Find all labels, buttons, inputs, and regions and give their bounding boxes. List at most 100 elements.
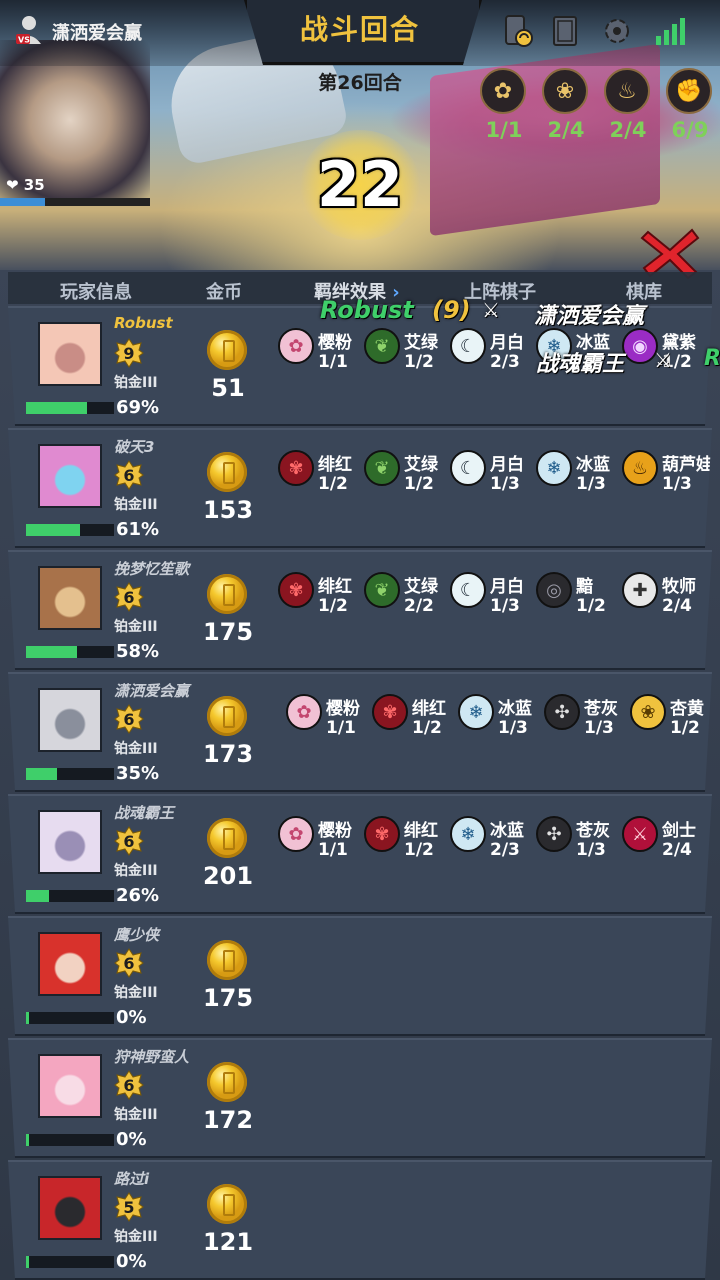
snowflake-icon: ❄ (458, 694, 494, 730)
player-hp-bar (26, 1012, 114, 1024)
player-row[interactable]: 战魂霸王 6 铂金III 26% 201 ✿ 樱粉 1/1 ✾ 绯红 1/2 ❄ 冰蓝 2/3 ✣ 苍灰 1/3… (8, 794, 712, 914)
synergy-name: 樱粉 (326, 699, 360, 719)
synergy-count: 1/1 (318, 352, 348, 372)
player-hp-fill (26, 768, 57, 780)
player-hp-percent: 58% (116, 641, 160, 662)
synergy-name: 绯红 (412, 699, 446, 719)
level-badge-icon: 6 (114, 582, 144, 612)
synergy-item[interactable]: ❄ 冰蓝 1/3 (536, 450, 622, 510)
top-synergy-count: 2/4 (609, 118, 647, 142)
player-hp-bar (26, 524, 114, 536)
synergy-item[interactable]: ◎ 黯 1/2 (536, 572, 622, 632)
synergy-item[interactable]: ✣ 苍灰 1/3 (536, 816, 622, 876)
player-avatar[interactable] (38, 810, 102, 874)
synergy-name: 樱粉 (318, 333, 352, 353)
player-level: 6 (123, 588, 134, 607)
gear-icon[interactable] (600, 14, 634, 48)
synergy-count: 1/1 (318, 840, 348, 860)
sakura-icon: ✿ (278, 816, 314, 852)
snowflake-icon: ❄ (536, 450, 572, 486)
synergy-item[interactable]: ✿ 樱粉 1/1 (286, 694, 372, 754)
crossed-swords-icon: ⚔ (482, 298, 500, 322)
synergy-name: 冰蓝 (576, 455, 610, 475)
player-rank: 铂金III (114, 985, 158, 1001)
grey-swirl-icon: ✣ (544, 694, 580, 730)
player-row[interactable]: 破天3 6 铂金III 61% 153 ✾ 绯红 1/2 ❦ 艾绿 1/2 ☾ 月白 1/3 ❄ 冰蓝 1/3 ♨… (8, 428, 712, 548)
synergy-item[interactable]: ❄ 冰蓝 2/3 (450, 816, 536, 876)
card-deck-icon[interactable] (548, 14, 582, 48)
player-row[interactable]: 狩神野蛮人 6 铂金III 0% 172 (8, 1038, 712, 1158)
player-avatar[interactable] (38, 322, 102, 386)
synergy-name: 冰蓝 (498, 699, 532, 719)
player-rank: 铂金III (114, 375, 158, 391)
synergy-item[interactable]: ☾ 月白 1/3 (450, 572, 536, 632)
player-gold: 121 (202, 1228, 254, 1256)
top-synergy-2[interactable]: ♨ 2/4 (604, 68, 652, 142)
synergy-item[interactable]: ♨ 葫芦娃 1/3 (622, 450, 712, 510)
synergy-item[interactable]: ✾ 绯红 1/2 (372, 694, 458, 754)
player-avatar[interactable] (38, 566, 102, 630)
player-row[interactable]: 鹰少侠 6 铂金III 0% 175 (8, 916, 712, 1036)
player-avatar[interactable] (38, 932, 102, 996)
priest-cross-icon: ✚ (622, 572, 658, 608)
lotus-icon: ❀ (630, 694, 666, 730)
synergy-item[interactable]: ☾ 月白 2/3 (450, 328, 536, 388)
synergy-item[interactable]: ✾ 绯红 1/2 (278, 450, 364, 510)
synergy-item[interactable]: ✿ 樱粉 1/1 (278, 816, 364, 876)
synergy-item[interactable]: ❄ 冰蓝 1/3 (458, 694, 544, 754)
gold-coin-icon (207, 574, 247, 614)
player-gold: 201 (202, 862, 254, 890)
synergy-item[interactable]: ❀ 杏黄 1/2 (630, 694, 712, 754)
player-avatar[interactable] (38, 1054, 102, 1118)
synergy-item[interactable]: ⚔ 剑士 2/4 (622, 816, 708, 876)
level-badge-icon: 9 (114, 338, 144, 368)
synergy-name: 绯红 (318, 577, 352, 597)
level-badge-icon: 6 (114, 826, 144, 856)
player-row[interactable]: 路过i 5 铂金III 0% 121 (8, 1160, 712, 1280)
synergy-item[interactable]: ✿ 樱粉 1/1 (278, 328, 364, 388)
player-avatar[interactable] (38, 444, 102, 508)
synergy-name: 艾绿 (404, 455, 438, 475)
synergy-name: 樱粉 (318, 821, 352, 841)
player-hp-fill (26, 1134, 29, 1146)
player-hp-fill (26, 1012, 29, 1024)
top-synergy-1[interactable]: ❀ 2/4 (542, 68, 590, 142)
player-avatar[interactable] (38, 688, 102, 752)
synergy-name: 杏黄 (670, 699, 704, 719)
sakura-icon: ✿ (286, 694, 322, 730)
tab-board[interactable]: 上阵棋子 (464, 278, 536, 304)
synergy-item[interactable]: ✾ 绯红 1/2 (364, 816, 450, 876)
synergy-name: 月白 (490, 333, 524, 353)
player-rank: 铂金III (114, 1107, 158, 1123)
sakura-icon: ✿ (480, 68, 526, 114)
gold-coin-icon (207, 1184, 247, 1224)
player-avatar[interactable] (38, 1176, 102, 1240)
player-hp-percent: 35% (116, 763, 160, 784)
synergy-count: 1/3 (584, 718, 614, 738)
top-synergy-0[interactable]: ✿ 1/1 (480, 68, 528, 142)
player-row[interactable]: 潇洒爱会赢 6 铂金III 35% 173 ✿ 樱粉 1/1 ✾ 绯红 1/2 ❄ 冰蓝 1/3 ✣ 苍灰 1/… (8, 672, 712, 792)
player-row[interactable]: 挽梦忆笙歌 6 铂金III 58% 175 ✾ 绯红 1/2 ❦ 艾绿 2/2 ☾ 月白 1/3 ◎ 黯 1/2… (8, 550, 712, 670)
synergy-count: 1/2 (576, 596, 606, 616)
synergy-item[interactable]: ☾ 月白 1/3 (450, 450, 536, 510)
player-hp-fill (26, 524, 80, 536)
dark-eye-icon: ◎ (536, 572, 572, 608)
synergy-count: 2/3 (490, 352, 520, 372)
sword-icon: ⚔ (622, 816, 658, 852)
top-synergy-3[interactable]: ✊ 6/9 (666, 68, 714, 142)
synergy-item[interactable]: ❦ 艾绿 1/2 (364, 328, 450, 388)
opponent-hp-bar (0, 198, 150, 206)
gourd-icon: ♨ (622, 450, 658, 486)
synergy-item[interactable]: ❦ 艾绿 1/2 (364, 450, 450, 510)
synergy-item[interactable]: ✚ 牧师 2/4 (622, 572, 708, 632)
synergy-item[interactable]: ✾ 绯红 1/2 (278, 572, 364, 632)
player-hp-percent: 0% (116, 1129, 147, 1150)
phone-swap-icon[interactable] (500, 14, 534, 48)
synergy-item[interactable]: ✣ 苍灰 1/3 (544, 694, 630, 754)
leaf-icon: ❦ (364, 328, 400, 364)
synergy-item[interactable]: ❦ 艾绿 2/2 (364, 572, 450, 632)
top-synergy-count: 2/4 (547, 118, 585, 142)
synergy-count: 1/2 (318, 474, 348, 494)
level-badge-icon: 5 (114, 1192, 144, 1222)
tip-cut-letter: R (704, 346, 720, 371)
